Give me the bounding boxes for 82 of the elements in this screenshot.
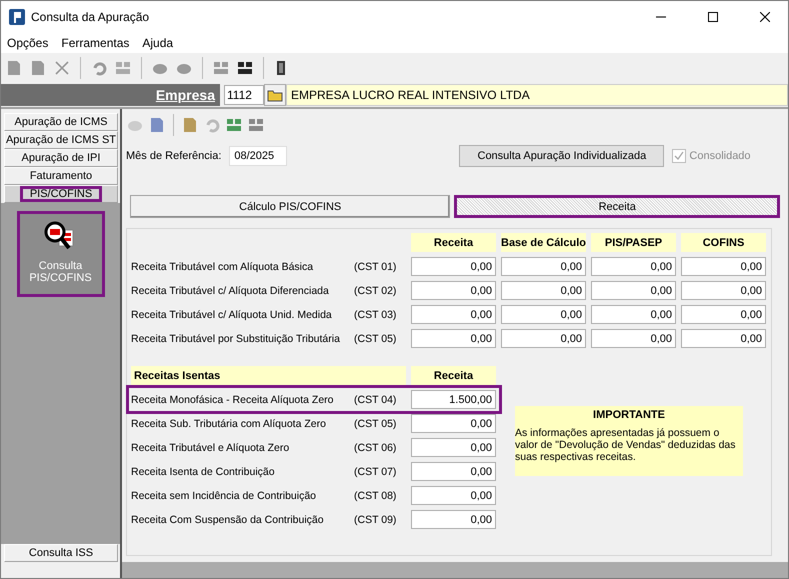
value-field[interactable]: 0,00 — [681, 281, 766, 300]
maximize-icon[interactable] — [708, 12, 718, 22]
value-field[interactable]: 0,00 — [681, 329, 766, 348]
row-label: Receita Com Suspensão da Contribuição — [131, 514, 325, 526]
row-label: Receita Monofásica - Receita Alíquota Zero — [131, 394, 335, 406]
value-field[interactable]: 0,00 — [501, 281, 586, 300]
value-field[interactable]: 0,00 — [591, 305, 676, 324]
menu-item[interactable]: Ferramentas — [61, 36, 130, 50]
cst-code: (CST 06) — [354, 442, 398, 454]
value-field[interactable]: 0,00 — [411, 281, 496, 300]
value-field[interactable]: 0,00 — [681, 257, 766, 276]
close-icon[interactable] — [760, 12, 770, 22]
cst-code: (CST 03) — [354, 308, 398, 320]
row-label: Receita sem Incidência de Contribuição — [131, 490, 318, 502]
menu-item[interactable]: Ajuda — [142, 36, 174, 50]
month-label: Mês de Referência: — [126, 150, 222, 162]
cst-code: (CST 05) — [354, 332, 398, 344]
value-field[interactable]: 0,00 — [411, 438, 496, 457]
row-label: Receita Tributável e Alíquota Zero — [131, 442, 290, 454]
spreadsheet-icon[interactable] — [225, 116, 243, 134]
edit-icon[interactable] — [181, 116, 199, 134]
new-document-icon[interactable] — [5, 59, 23, 77]
value-field[interactable]: 0,00 — [411, 510, 496, 529]
sidebar-tab[interactable]: Apuração de IPI — [4, 149, 118, 167]
cst-code: (CST 09) — [354, 514, 398, 526]
folder-icon — [267, 88, 283, 102]
value-field[interactable]: 0,00 — [411, 414, 496, 433]
value-field[interactable]: 0,00 — [591, 329, 676, 348]
value-field[interactable]: 0,00 — [501, 329, 586, 348]
save-icon[interactable] — [148, 116, 166, 134]
sidebar-tab[interactable]: Faturamento — [4, 167, 118, 185]
section-header: Receitas Isentas — [131, 366, 406, 385]
column-header: PIS/PASEP — [591, 233, 676, 252]
individual-query-button[interactable]: Consulta Apuração Individualizada — [459, 145, 664, 167]
row-label: Receita Tributável c/ Alíquota Diferenciada — [131, 284, 330, 296]
company-label: Empresa — [1, 84, 220, 106]
column-header: COFINS — [681, 233, 766, 252]
tab[interactable]: Cálculo PIS/COFINS — [130, 195, 450, 218]
tab[interactable]: Receita — [454, 195, 780, 218]
open-folder-button[interactable] — [264, 84, 286, 106]
value-field[interactable]: 0,00 — [681, 305, 766, 324]
notice-text: As informações apresentadas já possuem o valor de "Devolução de Vendas" deduzidas das suas respectivas receitas. — [515, 427, 737, 463]
cst-code: (CST 02) — [354, 284, 398, 296]
menu-item[interactable]: Opções — [7, 36, 48, 50]
value-field[interactable]: 0,00 — [411, 486, 496, 505]
grid-icon[interactable] — [212, 59, 230, 77]
month-field[interactable]: 08/2025 — [229, 146, 288, 166]
value-field[interactable]: 0,00 — [501, 305, 586, 324]
row-label: Receita Tributável por Substituição Tributária — [131, 332, 341, 344]
value-field[interactable]: 0,00 — [501, 257, 586, 276]
sidebar-tab[interactable]: Consulta ISS — [4, 544, 118, 562]
printer-icon[interactable] — [247, 116, 265, 134]
notice-title: IMPORTANTE — [592, 409, 666, 421]
cst-code: (CST 04) — [354, 394, 398, 406]
row-label: Receita Tributável c/ Alíquota Unid. Medida — [131, 308, 333, 320]
app-logo-icon — [9, 8, 25, 24]
company-code-field[interactable]: 1112 — [224, 85, 264, 105]
edit-document-icon[interactable] — [29, 59, 47, 77]
column-header: Base de Cálculo — [501, 233, 586, 252]
value-field[interactable]: 1.500,00 — [411, 390, 496, 409]
cst-code: (CST 05) — [354, 418, 398, 430]
cst-code: (CST 07) — [354, 466, 398, 478]
check-icon — [674, 151, 684, 161]
column-header: Receita — [411, 366, 496, 385]
company-name-field[interactable]: EMPRESA LUCRO REAL INTENSIVO LTDA — [286, 84, 788, 106]
value-field[interactable]: 0,00 — [411, 305, 496, 324]
window-title: Consulta da Apuração — [31, 10, 150, 24]
value-field[interactable]: 0,00 — [411, 257, 496, 276]
cst-code: (CST 01) — [354, 260, 398, 272]
row-label: Receita Isenta de Contribuição — [131, 466, 276, 478]
sidebar-tab[interactable]: Apuração de ICMS — [4, 113, 118, 131]
value-field[interactable]: 0,00 — [591, 257, 676, 276]
sidebar-tab[interactable]: Apuração de ICMS ST — [4, 131, 118, 149]
delete-icon[interactable] — [53, 59, 71, 77]
row-label: Receita Tributável com Alíquota Básica — [131, 260, 314, 272]
row-label: Receita Sub. Tributária com Alíquota Zero — [131, 418, 327, 430]
cst-code: (CST 08) — [354, 490, 398, 502]
column-header: Receita — [411, 233, 496, 252]
value-field[interactable]: 0,00 — [411, 462, 496, 481]
sidebar-tab[interactable]: PIS/COFINS — [4, 185, 118, 203]
value-field[interactable]: 0,00 — [591, 281, 676, 300]
value-field[interactable]: 0,00 — [411, 329, 496, 348]
